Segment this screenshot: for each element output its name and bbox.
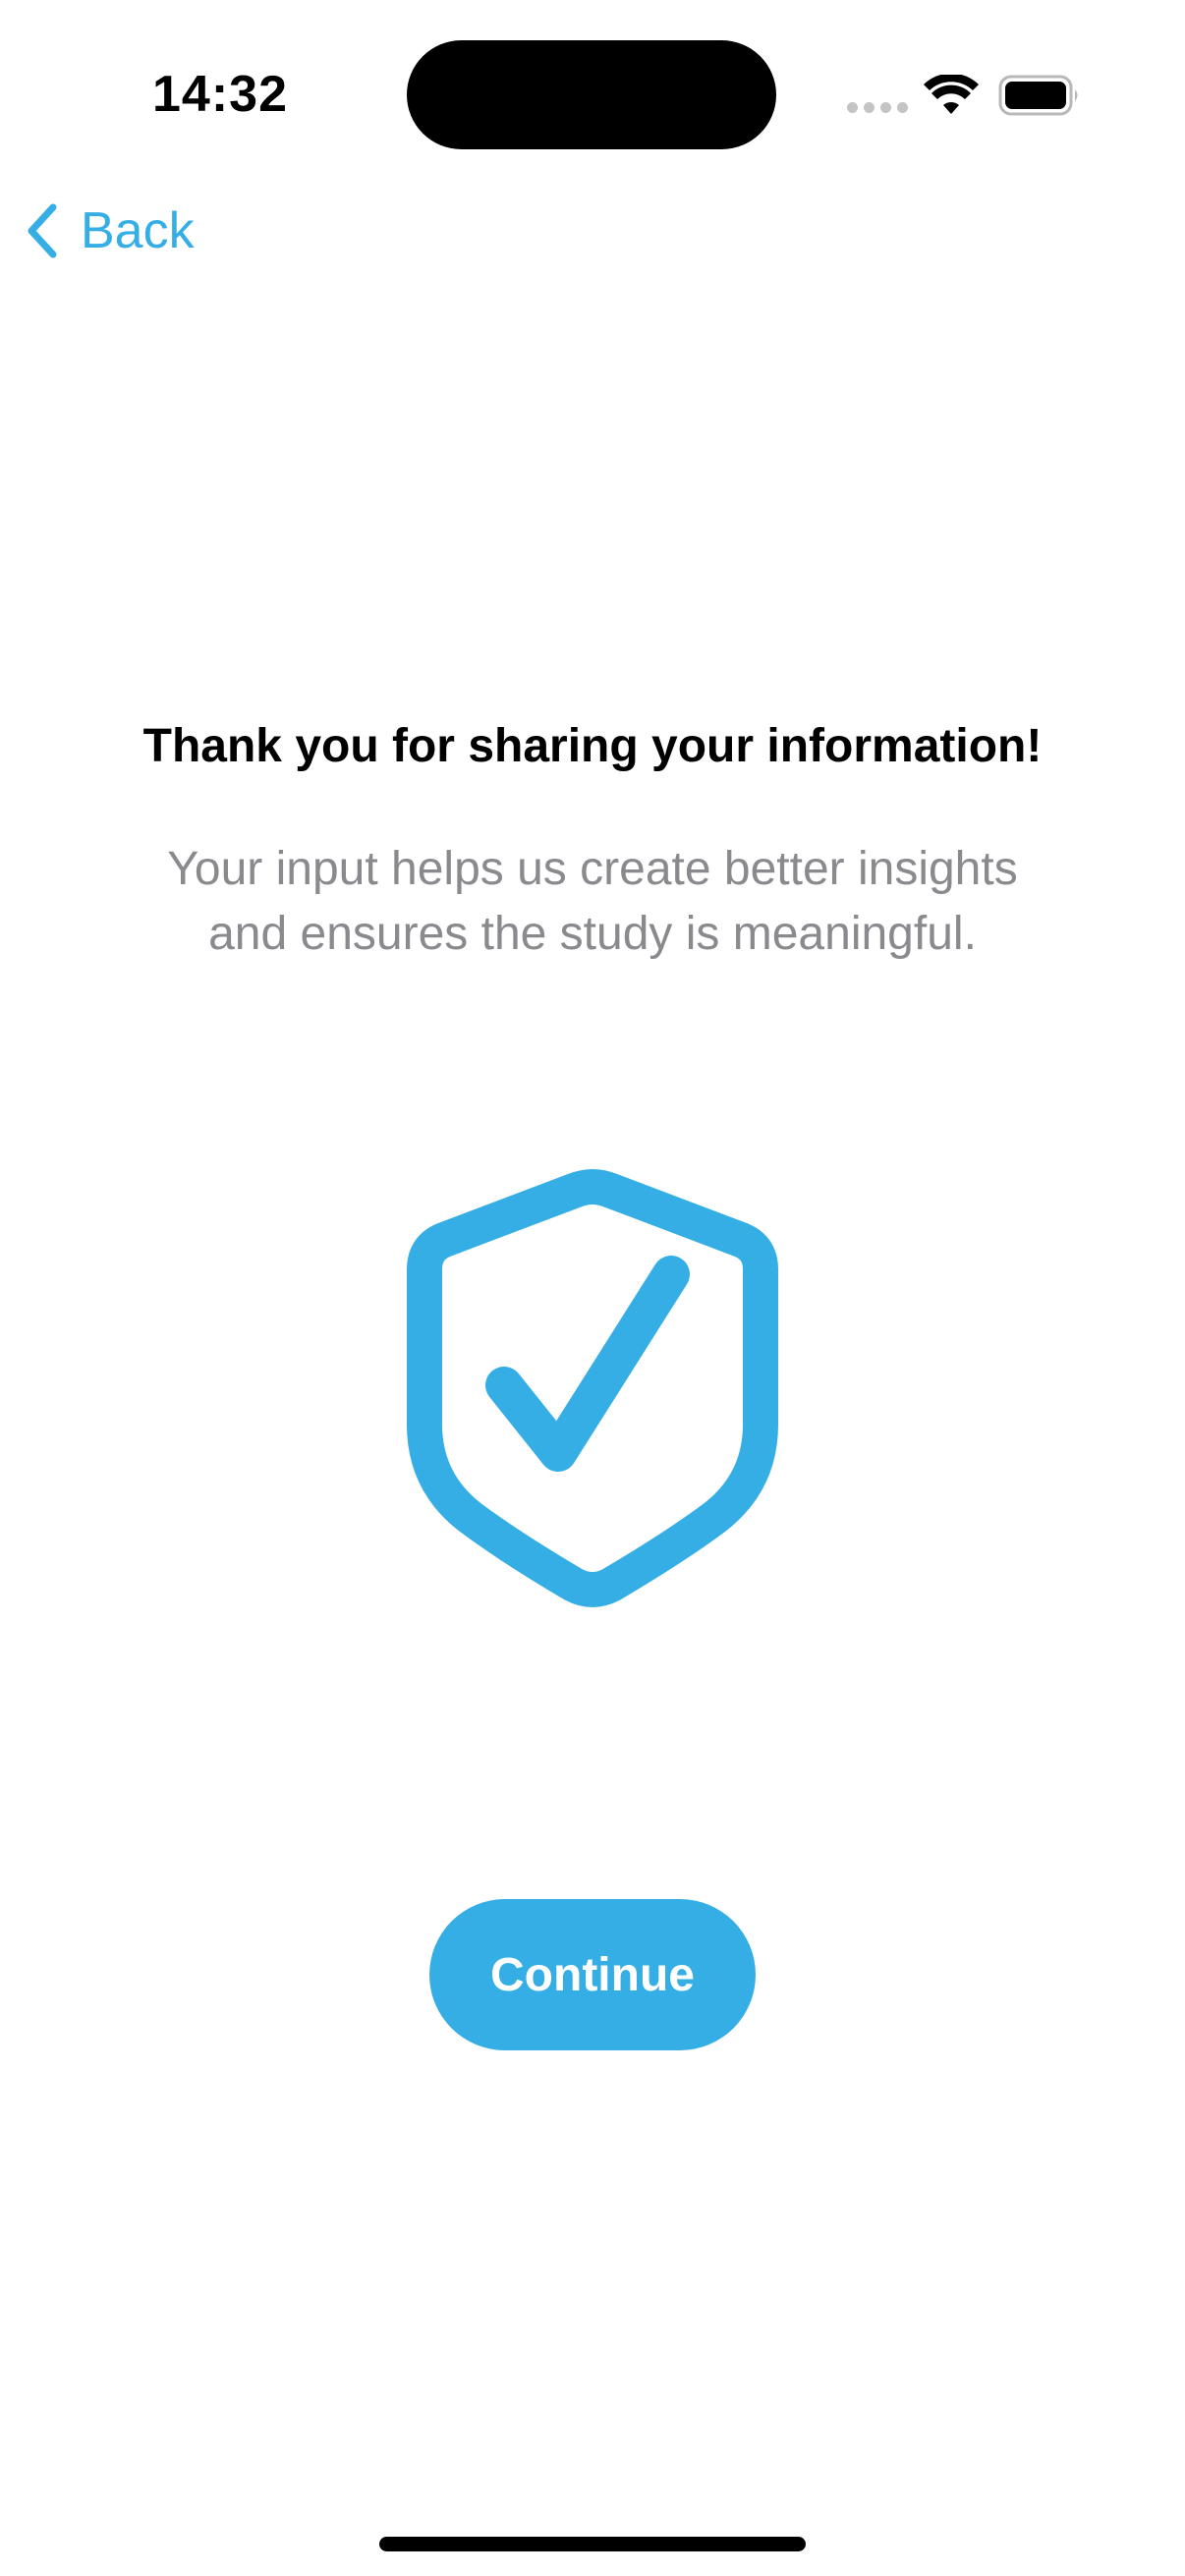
battery-icon	[998, 75, 1078, 116]
wifi-icon	[924, 75, 979, 114]
subtitle-line: and ensures the study is meaningful.	[208, 908, 977, 960]
chevron-left-icon	[28, 203, 57, 258]
page-title: Thank you for sharing your information!	[142, 720, 1043, 772]
continue-button[interactable]: Continue	[429, 1899, 756, 2050]
subtitle-line: Your input helps us create better insigh…	[167, 843, 1018, 895]
cellular-signal-icon	[847, 102, 908, 113]
back-button[interactable]: Back	[24, 195, 195, 267]
shield-check-icon	[407, 1169, 778, 1607]
page-subtitle: Your input helps us create better insigh…	[98, 837, 1087, 967]
home-indicator	[379, 2537, 806, 2551]
status-time: 14:32	[152, 66, 288, 123]
dynamic-island	[407, 40, 776, 149]
back-label: Back	[81, 202, 195, 259]
